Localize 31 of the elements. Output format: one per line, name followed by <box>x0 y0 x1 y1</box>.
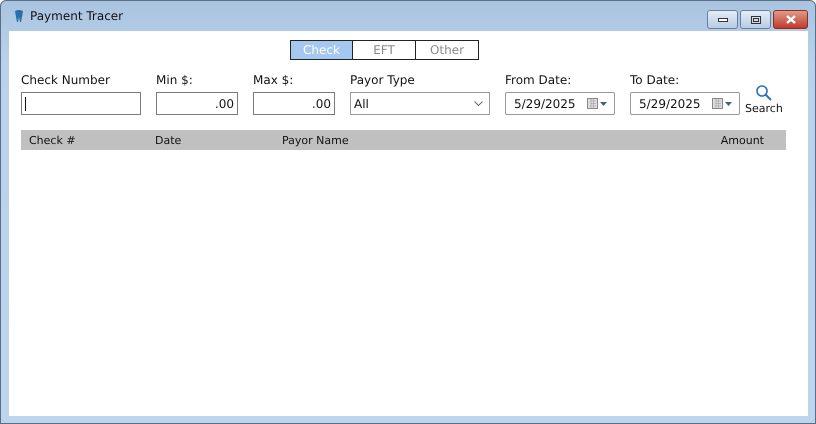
column-header[interactable]: Amount <box>720 134 764 146</box>
date-picker[interactable]: 5/29/2025 <box>505 92 615 115</box>
date-picker[interactable]: 5/29/2025 <box>630 92 740 115</box>
close-icon <box>784 15 796 24</box>
calendar-dropdown-icon <box>712 98 733 109</box>
input-field[interactable]: .00 <box>253 92 335 115</box>
input-field[interactable]: .00 <box>156 92 238 115</box>
chevron-down-icon <box>474 101 483 106</box>
column-header[interactable]: Payor Name <box>282 134 721 146</box>
maximize-icon <box>750 16 760 24</box>
dropdown[interactable]: All <box>350 92 490 115</box>
field-label: From Date: <box>505 73 572 87</box>
tab[interactable]: Other <box>416 40 479 60</box>
minimize-icon <box>718 18 728 22</box>
window-title: Payment Tracer <box>30 9 124 23</box>
column-header[interactable]: Date <box>155 134 282 146</box>
column-header[interactable]: Check # <box>29 134 155 146</box>
field-label: Min $: <box>156 73 194 87</box>
minimize-button[interactable] <box>707 10 738 29</box>
calendar-dropdown-icon <box>587 98 608 109</box>
close-button[interactable] <box>773 10 808 29</box>
search-icon <box>754 84 773 102</box>
tab[interactable]: EFT <box>353 40 416 60</box>
field-label: To Date: <box>630 73 680 87</box>
search-button[interactable]: Search <box>745 84 783 115</box>
maximize-button[interactable] <box>740 10 771 29</box>
field-label: Payor Type <box>350 73 416 87</box>
field-label: Check Number <box>21 73 111 87</box>
input-field[interactable] <box>21 92 141 115</box>
field-label: Max $: <box>253 73 294 87</box>
tooth-icon <box>14 10 24 22</box>
